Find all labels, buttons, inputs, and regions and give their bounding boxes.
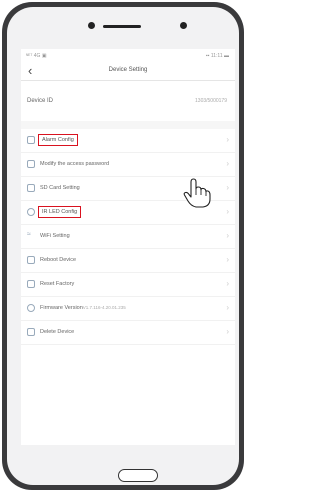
menu-item-delete-device[interactable]: Delete Device › — [21, 321, 235, 345]
chevron-right-icon: › — [226, 159, 229, 168]
chevron-right-icon: › — [226, 303, 229, 312]
trash-icon — [27, 328, 35, 336]
reboot-icon — [27, 256, 35, 264]
status-left: ᴺᴱᵀ 4G ▣ — [26, 53, 47, 59]
menu-item-label: Reset Factory — [40, 281, 75, 287]
pointer-hand-icon — [183, 178, 211, 208]
menu-item-modify-password[interactable]: Modify the access password › — [21, 153, 235, 177]
menu-item-label: IR LED Config — [38, 206, 82, 218]
chevron-right-icon: › — [226, 207, 229, 216]
menu-item-reboot[interactable]: Reboot Device › — [21, 249, 235, 273]
menu-item-firmware[interactable]: Firmware VersionV1.7.116-4.20.01.235 › — [21, 297, 235, 321]
phone-frame: ᴺᴱᵀ 4G ▣ ▪▪ 11:11 ▬ ‹ Device Setting Dev… — [2, 2, 244, 490]
menu-item-alarm-config[interactable]: Alarm Config › — [21, 129, 235, 153]
menu-item-label: Modify the access password — [40, 161, 110, 167]
ir-led-icon — [27, 208, 35, 216]
page-title: Device Setting — [108, 67, 148, 73]
chevron-right-icon: › — [226, 135, 229, 144]
sd-card-icon — [27, 184, 35, 192]
nav-bar: ‹ Device Setting — [21, 62, 235, 81]
lock-icon — [27, 160, 35, 168]
phone-body: ᴺᴱᵀ 4G ▣ ▪▪ 11:11 ▬ ‹ Device Setting Dev… — [7, 7, 239, 485]
menu-item-wifi[interactable]: ≈ WiFi Setting › — [21, 225, 235, 249]
sensor-icon — [180, 22, 187, 29]
firmware-label: Firmware Version — [40, 305, 83, 311]
app-screen: ᴺᴱᵀ 4G ▣ ▪▪ 11:11 ▬ ‹ Device Setting Dev… — [21, 49, 235, 445]
section-divider — [21, 121, 235, 129]
menu-item-label: WiFi Setting — [40, 233, 70, 239]
device-id-value: 1303/5000179 — [195, 98, 227, 104]
camera-icon — [88, 22, 95, 29]
bell-icon — [27, 136, 35, 144]
chevron-right-icon: › — [226, 255, 229, 264]
status-bar: ᴺᴱᵀ 4G ▣ ▪▪ 11:11 ▬ — [21, 49, 235, 62]
firmware-icon — [27, 304, 35, 312]
menu-item-label: Reboot Device — [40, 257, 77, 263]
status-right: ▪▪ 11:11 ▬ — [205, 53, 229, 59]
menu-item-label: SD Card Setting — [40, 185, 80, 191]
menu-item-label: Alarm Config — [38, 134, 78, 146]
menu-item-label: Delete Device — [40, 329, 75, 335]
chevron-right-icon: › — [226, 327, 229, 336]
menu-item-reset-factory[interactable]: Reset Factory › — [21, 273, 235, 297]
wifi-icon: ≈ — [27, 231, 31, 238]
chevron-right-icon: › — [226, 279, 229, 288]
chevron-right-icon: › — [226, 183, 229, 192]
device-id-label: Device ID — [27, 98, 54, 104]
speaker-grille — [103, 25, 141, 28]
reset-icon — [27, 280, 35, 288]
chevron-right-icon: › — [226, 231, 229, 240]
firmware-version-value: V1.7.116-4.20.01.235 — [82, 305, 126, 310]
device-id-row: Device ID 1303/5000179 — [21, 93, 235, 109]
menu-item-label: Firmware VersionV1.7.116-4.20.01.235 — [40, 305, 126, 311]
home-button[interactable] — [118, 469, 158, 482]
